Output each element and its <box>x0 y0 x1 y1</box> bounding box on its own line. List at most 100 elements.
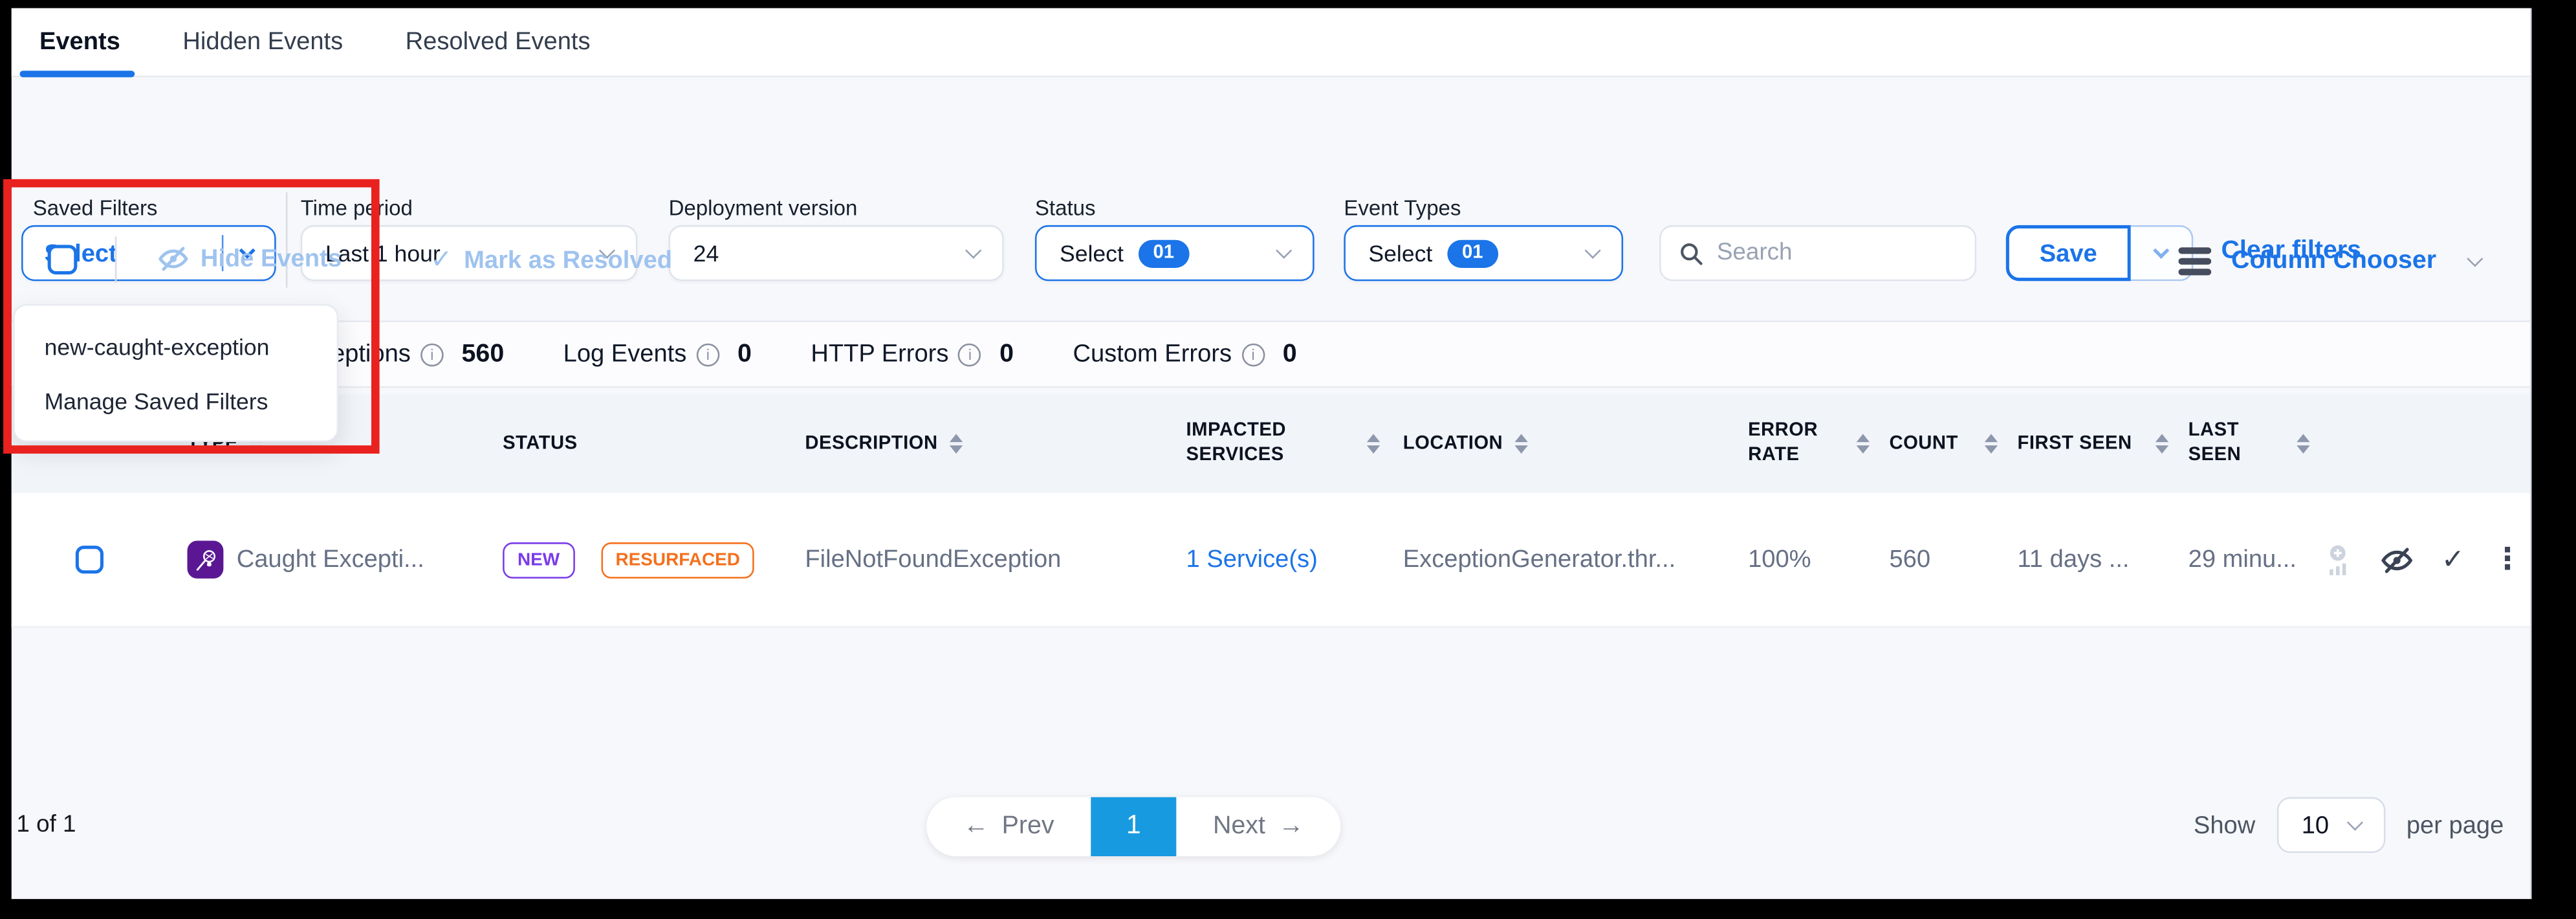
saved-filters-label: Saved Filters <box>33 195 158 220</box>
action-divider <box>115 237 117 283</box>
column-label: DESCRIPTION <box>805 432 937 456</box>
add-to-dashboard-icon[interactable] <box>2323 543 2353 576</box>
row-last-seen: 29 minu... <box>2189 546 2297 573</box>
kebab-menu-icon[interactable]: ⋮ <box>2493 551 2522 568</box>
next-label: Next <box>1213 812 1265 842</box>
column-header-error-rate[interactable]: ERROR RATE <box>1732 419 1873 469</box>
sort-icon[interactable] <box>2156 434 2168 454</box>
row-first-seen: 11 days ... <box>2018 546 2130 573</box>
table-row[interactable]: Caught Excepti... NEW RESURFACED FileNot… <box>12 493 2530 628</box>
row-location-cell: ExceptionGenerator.thr... <box>1386 546 1731 573</box>
row-location: ExceptionGenerator.thr... <box>1403 546 1675 573</box>
saved-filters-menu: new-caught-exception Manage Saved Filter… <box>13 304 338 442</box>
sort-icon[interactable] <box>1514 434 1527 454</box>
row-checkbox[interactable] <box>76 546 104 573</box>
chevron-down-icon <box>2346 814 2363 830</box>
stat-custom-errors: Custom Errors i 0 <box>1073 339 1296 369</box>
row-first-seen-cell: 11 days ... <box>2001 546 2172 573</box>
stat-label: Log Events <box>563 340 687 368</box>
row-actions-cell: ✓ ⋮ <box>2313 543 2530 576</box>
column-chooser-button[interactable]: Column Chooser <box>2179 247 2481 276</box>
next-page-button[interactable]: Next → <box>1176 812 1340 842</box>
stat-http-errors: HTTP Errors i 0 <box>811 339 1014 369</box>
status-badge-resurfaced: RESURFACED <box>601 542 755 578</box>
sort-icon[interactable] <box>1367 434 1380 454</box>
mark-resolved-button[interactable]: ✓ Mark as Resolved <box>430 243 672 276</box>
column-header-status[interactable]: STATUS <box>486 432 789 456</box>
column-header-description[interactable]: DESCRIPTION <box>789 432 1170 456</box>
column-label: LOCATION <box>1403 432 1503 456</box>
current-page-button[interactable]: 1 <box>1091 797 1176 856</box>
sort-icon[interactable] <box>1857 434 1870 454</box>
resolve-icon[interactable]: ✓ <box>2441 543 2465 576</box>
stat-value: 0 <box>737 339 752 369</box>
table-header: TYPE STATUS DESCRIPTION IMPACTED SERVICE… <box>12 394 2530 493</box>
column-header-count[interactable]: COUNT <box>1873 432 2001 456</box>
stat-value: 560 <box>462 339 505 369</box>
row-description-cell: FileNotFoundException <box>789 546 1170 573</box>
row-impacted-services-cell: 1 Service(s) <box>1170 546 1386 573</box>
prev-label: Prev <box>1002 812 1054 842</box>
row-error-rate-cell: 100% <box>1732 546 1873 573</box>
sort-icon[interactable] <box>1985 434 1998 454</box>
column-header-first-seen[interactable]: FIRST SEEN <box>2001 432 2172 456</box>
info-icon[interactable]: i <box>697 342 720 366</box>
column-label: LAST SEEN <box>2189 419 2286 469</box>
eye-slash-icon <box>158 243 189 274</box>
impacted-services-link[interactable]: 1 Service(s) <box>1186 546 1318 573</box>
mark-resolved-label: Mark as Resolved <box>464 246 672 274</box>
sort-icon[interactable] <box>2297 434 2309 454</box>
column-chooser-label: Column Chooser <box>2231 247 2436 276</box>
events-panel: Events Hidden Events Resolved Events Sav… <box>12 8 2532 899</box>
sort-icon[interactable] <box>949 434 962 454</box>
row-checkbox-cell <box>12 546 171 573</box>
stat-log-events: Log Events i 0 <box>563 339 752 369</box>
bulk-action-bar: Hide Events ✓ Mark as Resolved Column Ch… <box>12 241 2530 311</box>
hide-event-icon[interactable] <box>2381 543 2414 576</box>
stat-label: Custom Errors <box>1073 340 1232 368</box>
prev-page-button[interactable]: ← Prev <box>926 812 1091 842</box>
status-label: Status <box>1035 195 1096 220</box>
arrow-left-icon: ← <box>963 812 988 842</box>
column-label: ERROR RATE <box>1748 419 1817 469</box>
filter-bar: Saved Filters Select Time period Last 1 … <box>12 77 2530 241</box>
stat-label: HTTP Errors <box>811 340 948 368</box>
page-size-select[interactable]: 10 <box>2276 797 2385 853</box>
row-description: FileNotFoundException <box>805 546 1061 573</box>
event-stats-bar: Total Events 560 Exceptions i 560 Log Ev… <box>12 320 2530 388</box>
caught-exception-icon <box>188 541 224 579</box>
menu-item-saved-filter[interactable]: new-caught-exception <box>15 319 337 373</box>
info-icon[interactable]: i <box>959 342 982 366</box>
check-icon: ✓ <box>430 243 452 276</box>
menu-item-manage-saved-filters[interactable]: Manage Saved Filters <box>15 373 337 427</box>
column-header-last-seen[interactable]: LAST SEEN <box>2172 419 2313 469</box>
row-type-cell: Caught Excepti... <box>171 541 486 579</box>
tab-hidden-events[interactable]: Hidden Events <box>179 8 346 76</box>
tab-bar: Events Hidden Events Resolved Events <box>12 8 2530 78</box>
row-last-seen-cell: 29 minu... <box>2172 546 2313 573</box>
status-badge-new: NEW <box>503 542 574 578</box>
column-label: COUNT <box>1889 432 1958 456</box>
stat-value: 0 <box>1283 339 1297 369</box>
show-label: Show <box>2194 811 2255 839</box>
row-count: 560 <box>1889 546 1930 573</box>
arrow-right-icon: → <box>1278 812 1304 842</box>
page-size-value: 10 <box>2302 811 2329 839</box>
page-size-control: Show 10 per page <box>2194 797 2504 853</box>
column-label: STATUS <box>503 432 578 456</box>
time-period-label: Time period <box>301 195 413 220</box>
column-label: IMPACTED SERVICES <box>1186 419 1305 469</box>
row-type-label: Caught Excepti... <box>237 546 424 573</box>
column-header-impacted-services[interactable]: IMPACTED SERVICES <box>1170 419 1386 469</box>
hide-events-button[interactable]: Hide Events <box>158 243 342 274</box>
info-icon[interactable]: i <box>1241 342 1265 366</box>
info-icon[interactable]: i <box>420 342 444 366</box>
hamburger-icon <box>2179 258 2212 264</box>
column-header-location[interactable]: LOCATION <box>1386 432 1731 456</box>
select-all-checkbox[interactable] <box>48 245 78 274</box>
page-summary: 1 of 1 <box>16 812 76 839</box>
tab-events[interactable]: Events <box>36 8 124 76</box>
event-types-label: Event Types <box>1344 195 1461 220</box>
tab-resolved-events[interactable]: Resolved Events <box>402 8 594 76</box>
pagination: ← Prev 1 Next → <box>926 797 1340 856</box>
